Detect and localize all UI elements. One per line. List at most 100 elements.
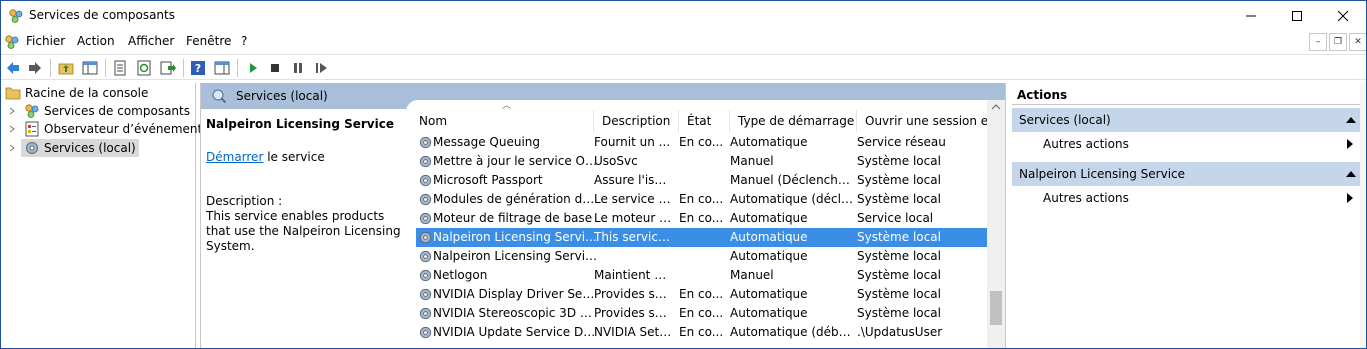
service-gear-icon — [419, 136, 432, 149]
collapse-up-icon[interactable] — [1346, 171, 1356, 177]
cell-name: Nalpeiron Licensing Service... — [433, 249, 598, 263]
forward-arrow-icon — [29, 62, 41, 74]
properties-button[interactable] — [110, 58, 130, 78]
back-arrow-icon — [7, 62, 19, 74]
column-header-state[interactable]: État — [679, 110, 730, 132]
cell-startup: Automatique — [730, 230, 808, 244]
export-list-button[interactable] — [158, 58, 178, 78]
actions-scrollbar[interactable] — [1360, 83, 1366, 348]
cell-description: Maintient u... — [594, 268, 673, 282]
play-icon — [250, 63, 257, 73]
cell-description: Provides sys... — [594, 306, 673, 320]
cell-logon: .\UpdatusUser — [857, 325, 943, 339]
table-row[interactable]: NVIDIA Update Service Dae... NVIDIA Setti… — [416, 323, 988, 342]
maximize-button[interactable] — [1274, 1, 1320, 31]
table-row[interactable]: Mettre à jour le service Orc... UsoSvc Man… — [416, 152, 988, 171]
table-row[interactable]: NVIDIA Display Driver Service Provides sy… — [416, 285, 988, 304]
tree-item-label: Racine de la console — [25, 86, 149, 100]
start-service-link[interactable]: Démarrer — [206, 150, 263, 164]
console-tree-icon — [82, 61, 98, 75]
cell-description: This service ... — [594, 230, 673, 244]
close-button[interactable] — [1320, 1, 1366, 31]
pause-service-button[interactable] — [288, 58, 308, 78]
minimize-button[interactable] — [1228, 1, 1274, 31]
table-row[interactable]: NVIDIA Stereoscopic 3D Dri... Provides sy… — [416, 304, 988, 323]
refresh-button[interactable] — [134, 58, 154, 78]
description-text: This service enables products that use t… — [206, 209, 401, 253]
cell-name: NVIDIA Display Driver Service — [433, 287, 598, 301]
menu-action[interactable]: Action — [77, 34, 115, 48]
chevron-up-icon[interactable] — [991, 104, 1001, 110]
cell-name: Netlogon — [433, 268, 488, 282]
toolbar: ? — [1, 54, 1366, 80]
chevron-right-icon[interactable] — [8, 107, 16, 115]
stop-service-button[interactable] — [265, 58, 285, 78]
more-actions-item[interactable]: Autres actions — [1012, 132, 1364, 156]
service-gear-icon — [419, 155, 432, 168]
start-service-link-line: Démarrer le service — [206, 150, 325, 164]
cell-logon: Système local — [857, 249, 941, 263]
collapse-up-icon[interactable] — [1346, 117, 1356, 123]
folder-up-icon — [58, 63, 74, 75]
menu-fenetre[interactable]: Fenêtre — [186, 34, 231, 48]
table-row[interactable]: Modules de génération de c... Le service … — [416, 190, 988, 209]
actions-section-nalpeiron[interactable]: Nalpeiron Licensing Service — [1012, 162, 1364, 186]
tree-item-services-local[interactable]: Services (local) — [21, 139, 139, 157]
column-header-description[interactable]: Description — [594, 110, 679, 132]
cell-startup: Automatique — [730, 287, 808, 301]
child-close-button[interactable]: ✕ — [1349, 33, 1366, 51]
help-button[interactable]: ? — [188, 58, 208, 78]
cell-name: Modules de génération de c... — [433, 192, 598, 206]
chevron-right-icon[interactable] — [8, 144, 16, 152]
tree-item-console-root[interactable]: Racine de la console — [5, 84, 148, 102]
scrollbar-thumb[interactable] — [990, 291, 1002, 325]
cell-startup: Automatique (décle... — [730, 192, 853, 206]
services-scrollbar[interactable] — [987, 100, 1005, 348]
table-row[interactable]: Moteur de filtrage de base Le moteur d...… — [416, 209, 988, 228]
table-row[interactable]: Nalpeiron Licensing Service... Automatiqu… — [416, 247, 988, 266]
more-actions-label: Autres actions — [1043, 137, 1129, 151]
menu-help[interactable]: ? — [241, 34, 247, 48]
search-gear-icon — [212, 89, 227, 104]
service-detail-pane: Nalpeiron Licensing Service Démarrer le … — [201, 109, 406, 348]
tree-item-component-services[interactable]: Services de composants — [24, 102, 190, 120]
table-row[interactable]: Message Queuing Fournit un ... En co... Aut… — [416, 133, 988, 152]
cell-startup: Automatique — [730, 135, 808, 149]
column-header-logon[interactable]: Ouvrir une session en tant que — [857, 110, 988, 132]
up-folder-button[interactable] — [56, 58, 76, 78]
cell-state: En co... — [679, 211, 724, 225]
show-action-pane-button[interactable] — [212, 58, 232, 78]
column-header-startup-type[interactable]: Type de démarrage — [730, 110, 857, 132]
console-tree: Racine de la console Services de composa… — [2, 83, 217, 348]
chevron-right-icon[interactable] — [8, 125, 16, 133]
menu-afficher[interactable]: Afficher — [128, 34, 174, 48]
more-actions-item[interactable]: Autres actions — [1012, 186, 1364, 210]
table-row[interactable]: Netlogon Maintient u... Manuel Système loca… — [416, 266, 988, 285]
actions-pane: Actions Services (local) Autres actions … — [1010, 83, 1366, 348]
table-row[interactable]: Microsoft Passport Assure l'isol... Manuel… — [416, 171, 988, 190]
restore-icon: ❐ — [1333, 37, 1343, 47]
submenu-arrow-icon — [1347, 139, 1353, 149]
actions-section-services-local[interactable]: Services (local) — [1012, 108, 1364, 132]
component-services-icon — [9, 9, 23, 23]
action-pane-icon — [214, 61, 230, 75]
cell-description: NVIDIA Setti... — [594, 325, 673, 339]
back-button[interactable] — [3, 58, 23, 78]
tree-item-event-viewer[interactable]: Observateur d’événements ( — [24, 120, 217, 138]
event-viewer-icon — [25, 121, 39, 137]
child-minimize-button[interactable]: – — [1309, 33, 1327, 51]
cell-logon: Système local — [857, 154, 941, 168]
close-icon — [1337, 10, 1349, 22]
restart-service-button[interactable] — [311, 58, 331, 78]
menu-fichier[interactable]: Fichier — [26, 34, 65, 48]
show-hide-tree-button[interactable] — [80, 58, 100, 78]
table-row[interactable]: Nalpeiron Licensing Service This service … — [416, 228, 988, 247]
start-service-button[interactable] — [243, 58, 263, 78]
column-header-name[interactable]: Nom — [411, 110, 594, 132]
mmc-window: Services de composants Fichier Action Af… — [0, 0, 1367, 349]
child-restore-button[interactable]: ❐ — [1329, 33, 1347, 51]
cell-description: Le moteur d... — [594, 211, 673, 225]
forward-button[interactable] — [25, 58, 45, 78]
service-gear-icon — [419, 250, 432, 263]
menu-bar: Fichier Action Afficher Fenêtre ? — [1, 31, 1366, 53]
